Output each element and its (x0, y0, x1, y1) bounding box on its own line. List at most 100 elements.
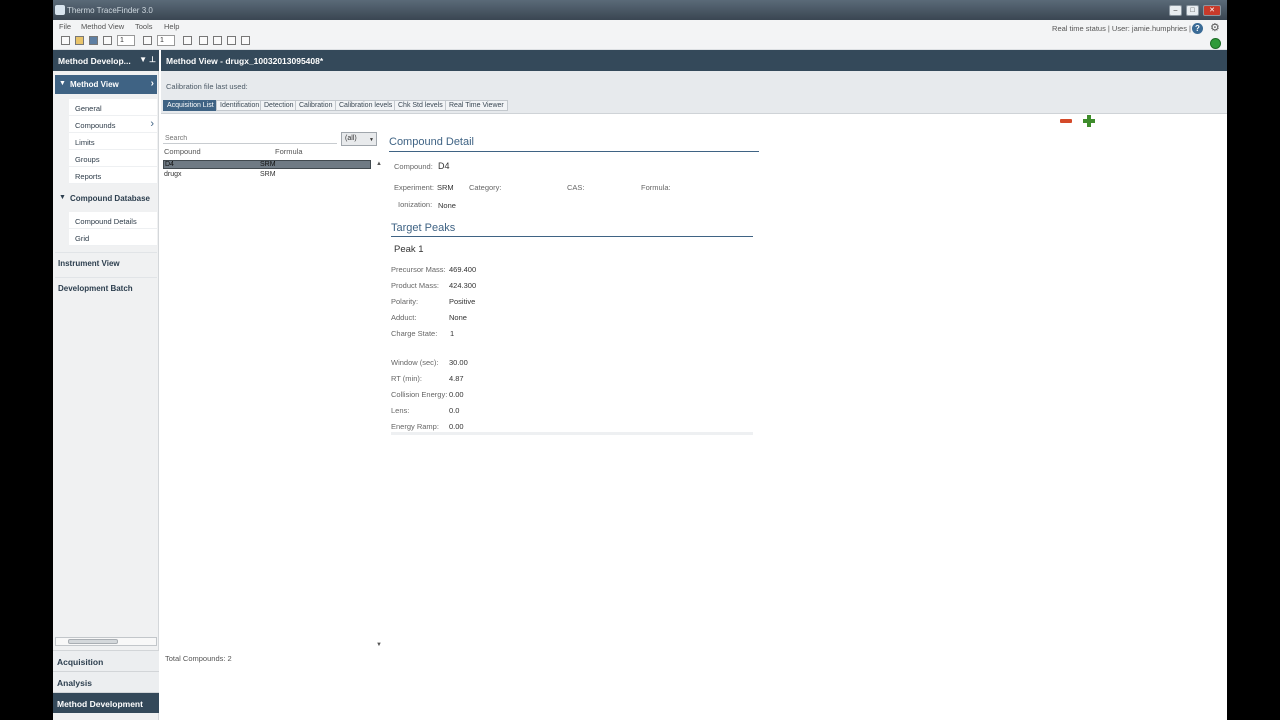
nav-item-limits[interactable]: Limits (69, 133, 157, 150)
chevron-right-icon: › (150, 118, 154, 130)
bottom-nav-analysis[interactable]: Analysis (53, 671, 159, 692)
toolbar: 1 1 (53, 32, 1227, 50)
expand-icon[interactable] (241, 36, 250, 45)
pin-icon[interactable]: ⊥ (149, 55, 156, 64)
align-icon[interactable] (143, 36, 152, 45)
scroll-down-icon[interactable]: ▼ (376, 642, 382, 648)
formula-label: Formula: (641, 183, 671, 192)
category-label: Category: (469, 183, 502, 192)
peak-name: Peak 1 (394, 244, 424, 255)
nav-item-compound-details[interactable]: Compound Details (69, 212, 157, 229)
chevron-right-icon: › (150, 78, 154, 89)
close-icon[interactable]: ✕ (1203, 5, 1221, 16)
filter-value: (all) (345, 135, 357, 142)
energy-ramp-value: 0.00 (449, 422, 464, 431)
tab-chk-std-levels[interactable]: Chk Std levels (394, 100, 447, 111)
add-compound-button[interactable] (1083, 115, 1095, 127)
left-panel-title: Method Develop... (58, 56, 131, 66)
status-indicator-icon (1210, 38, 1221, 49)
bottom-nav-acquisition[interactable]: Acquisition (53, 650, 159, 671)
help-icon[interactable]: ? (1192, 23, 1203, 34)
polarity-label: Polarity: (391, 297, 419, 306)
charge-state-label: Charge State: (391, 329, 438, 338)
nav-item-grid[interactable]: Grid (69, 229, 157, 246)
indent-icon[interactable] (199, 36, 208, 45)
compound-value: D4 (438, 161, 450, 171)
nav-item-compounds[interactable]: Compounds › (69, 116, 157, 133)
column-header-compound[interactable]: Compound (164, 147, 201, 156)
minimize-icon[interactable]: – (1169, 5, 1182, 16)
peak-divider (391, 432, 753, 435)
tab-detection[interactable]: Detection (260, 100, 298, 111)
left-panel-header: Method Develop... ▼ ⊥ (53, 50, 159, 71)
compound-list-panel: (all) ▼ Compound Formula D4 SRM drugx SR… (163, 130, 382, 650)
bottom-nav-method-development[interactable]: Method Development (53, 692, 159, 713)
menu-help[interactable]: Help (164, 22, 179, 31)
nav-item-general[interactable]: General (69, 99, 157, 116)
lens-label: Lens: (391, 406, 410, 415)
grid-icon[interactable] (213, 36, 222, 45)
tab-real-time-viewer[interactable]: Real Time Viewer (445, 100, 508, 111)
nav-item-reports[interactable]: Reports (69, 167, 157, 184)
realtime-status[interactable]: Real time status | User: jamie.humphries… (1052, 24, 1191, 33)
zoom-stepper-2[interactable]: 1 (157, 35, 175, 46)
window-title: Thermo TraceFinder 3.0 (67, 6, 153, 15)
app-logo-icon (55, 5, 65, 15)
column-header-formula[interactable]: Formula (275, 147, 303, 156)
section-method-view[interactable]: ▼ Method View › (55, 75, 157, 94)
filter-select[interactable]: (all) ▼ (341, 132, 377, 146)
tab-acquisition-list[interactable]: Acquisition List (163, 100, 218, 111)
ionization-value: None (438, 201, 456, 210)
table-row[interactable]: D4 SRM (163, 160, 371, 169)
zoom-stepper-1[interactable]: 1 (117, 35, 135, 46)
open-folder-icon[interactable] (75, 36, 84, 45)
experiment-value: SRM (437, 183, 454, 192)
window-sec-label: Window (sec): (391, 358, 439, 367)
layout-icon[interactable] (183, 36, 192, 45)
tab-calibration[interactable]: Calibration (295, 100, 337, 111)
scrollbar-thumb[interactable] (68, 639, 118, 644)
section-compound-database-label: Compound Database (70, 194, 151, 203)
move-icon[interactable] (227, 36, 236, 45)
adduct-label: Adduct: (391, 313, 417, 322)
print-icon[interactable] (103, 36, 112, 45)
section-compound-database[interactable]: ▼ Compound Database (55, 189, 157, 208)
left-panel-scrollbar[interactable] (55, 637, 157, 646)
window-controls: – □ ✕ (1169, 5, 1221, 16)
table-row[interactable]: drugx SRM (163, 171, 371, 180)
expand-triangle-icon: ▼ (59, 80, 66, 87)
precursor-mass-value: 469.400 (449, 265, 477, 274)
polarity-value: Positive (449, 297, 476, 306)
compound-detail-title: Compound Detail (389, 136, 759, 152)
remove-compound-button[interactable] (1060, 119, 1072, 123)
tab-calibration-levels[interactable]: Calibration levels (335, 100, 397, 111)
adduct-value: None (449, 313, 467, 322)
cell-compound: D4 (165, 161, 174, 168)
nav-item-compounds-label: Compounds (75, 121, 116, 130)
maximize-icon[interactable]: □ (1186, 5, 1199, 16)
charge-state-value: 1 (450, 329, 455, 338)
rt-min-label: RT (min): (391, 374, 422, 383)
gear-icon[interactable]: ⚙ (1210, 23, 1221, 34)
calibration-bar: Calibration file last used: (161, 71, 1227, 97)
menu-tools[interactable]: Tools (135, 22, 153, 31)
new-file-icon[interactable] (61, 36, 70, 45)
cell-formula: SRM (260, 171, 276, 178)
lens-value: 0.0 (449, 406, 460, 415)
menu-file[interactable]: File (59, 22, 71, 31)
search-input[interactable] (163, 133, 337, 144)
expand-triangle-icon: ▼ (59, 194, 66, 201)
dropdown-caret-icon[interactable]: ▼ (139, 55, 147, 64)
save-icon[interactable] (89, 36, 98, 45)
product-mass-value: 424.300 (449, 281, 477, 290)
rt-min-value: 4.87 (449, 374, 464, 383)
scroll-up-icon[interactable]: ▲ (376, 161, 382, 167)
section-development-batch[interactable]: Development Batch (55, 277, 157, 297)
cell-compound: drugx (164, 171, 182, 178)
section-instrument-view[interactable]: Instrument View (55, 252, 157, 272)
menu-method-view[interactable]: Method View (81, 22, 124, 31)
nav-item-groups[interactable]: Groups (69, 150, 157, 167)
tab-identification[interactable]: Identification (216, 100, 264, 111)
left-navigation: Method Develop... ▼ ⊥ ▼ Method View › Ge… (53, 50, 159, 720)
product-mass-label: Product Mass: (391, 281, 439, 290)
